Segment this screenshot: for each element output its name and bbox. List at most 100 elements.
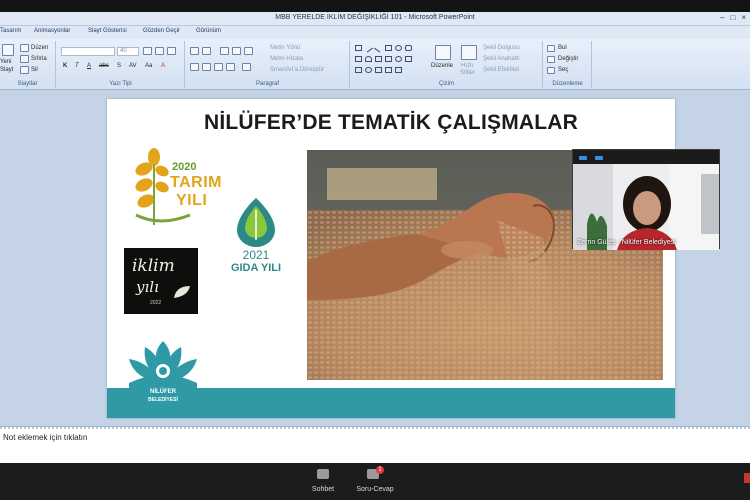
group-paragraph: Metin Yönü Metni Hizala SmartArt'a Dönüş… xyxy=(186,41,350,88)
brace-shape-icon[interactable] xyxy=(365,67,372,73)
box-shape-icon[interactable] xyxy=(385,45,392,51)
text-direction-button[interactable]: Metin Yönü xyxy=(270,45,300,51)
font-name-box[interactable] xyxy=(61,47,115,56)
align-right-icon[interactable] xyxy=(214,63,223,71)
curve-shape-icon[interactable] xyxy=(385,67,392,73)
shadow-icon[interactable]: S xyxy=(117,63,121,69)
underline-icon[interactable]: A xyxy=(87,63,91,69)
notes-placeholder[interactable]: Not eklemek için tıklatın xyxy=(3,433,87,442)
nilufer-belediyesi-logo: NİLÜFER BELEDİYESİ xyxy=(123,337,203,409)
meeting-toolbar: Sohbet 1 Soru-Cevap xyxy=(0,463,750,500)
group-slides-label: Slaytlar xyxy=(17,81,38,87)
align-left-icon[interactable] xyxy=(190,63,199,71)
new-slide-label-2[interactable]: Slayt xyxy=(0,67,13,73)
tab-review[interactable]: Gözden Geçir xyxy=(143,28,180,34)
shape-effects-button[interactable]: Şekil Efektleri xyxy=(483,67,519,73)
arc-shape-icon[interactable] xyxy=(365,56,372,62)
increase-indent-icon[interactable] xyxy=(232,47,241,55)
find-button[interactable]: Bul xyxy=(558,45,567,51)
participant-video-feed xyxy=(573,164,719,250)
iklim-line1: iklim xyxy=(132,256,175,276)
replace-button[interactable]: Değiştir xyxy=(558,56,578,62)
tab-animations[interactable]: Animasyonlar xyxy=(34,28,70,34)
delete-button[interactable]: Sil xyxy=(31,67,38,73)
star-shape-icon[interactable] xyxy=(405,56,412,62)
clear-format-icon[interactable] xyxy=(167,47,176,55)
italic-icon[interactable]: T xyxy=(75,63,79,69)
line-shape-icon[interactable] xyxy=(363,43,374,53)
lotus-icon xyxy=(129,341,197,389)
maximize-button[interactable]: □ xyxy=(730,13,735,22)
smartart-button[interactable]: SmartArt'a Dönüştür xyxy=(270,67,324,73)
tab-view[interactable]: Görünüm xyxy=(196,28,221,34)
justify-icon[interactable] xyxy=(226,63,235,71)
line-spacing-icon[interactable] xyxy=(244,47,253,55)
screen: MBB YERELDE İKLİM DEĞİŞİKLİĞİ 101 - Micr… xyxy=(0,0,750,500)
rounded-rect-shape-icon[interactable] xyxy=(405,45,412,51)
group-editing-label: Düzenleme xyxy=(552,81,583,87)
find-icon[interactable] xyxy=(547,45,555,52)
shape-outline-button[interactable]: Şekil Anahattı xyxy=(483,56,520,62)
leaf-drop-icon xyxy=(237,198,275,247)
align-text-button[interactable]: Metni Hizala xyxy=(270,56,303,62)
reset-icon[interactable] xyxy=(20,55,29,63)
font-size-box[interactable]: 40 xyxy=(117,47,139,56)
strikethrough-icon[interactable]: abc xyxy=(99,63,109,69)
arrow-shape-icon[interactable] xyxy=(375,56,382,62)
tab-design[interactable]: Tasarım xyxy=(0,28,21,34)
layout-icon[interactable] xyxy=(20,44,29,52)
new-slide-icon[interactable] xyxy=(2,44,14,56)
slide-canvas[interactable]: NİLÜFER’DE TEMATİK ÇALIŞMALAR 2020 TARIM… xyxy=(107,99,675,418)
numbering-icon[interactable] xyxy=(202,47,211,55)
circle-shape-icon[interactable] xyxy=(395,56,402,62)
group-font: 40 K T A abc S AV Aa A Yazı Tipi xyxy=(57,41,185,88)
new-slide-label[interactable]: Yeni xyxy=(0,59,11,65)
reset-button[interactable]: Sıfırla xyxy=(31,56,47,62)
layout-button[interactable]: Düzen xyxy=(31,45,48,51)
leaf-sprout-icon xyxy=(174,286,190,298)
tarim-line2: YILI xyxy=(176,192,208,209)
oval-shape-icon[interactable] xyxy=(395,45,402,51)
bracket-shape-icon[interactable] xyxy=(355,67,362,73)
leave-button-edge[interactable] xyxy=(744,473,750,483)
grow-font-icon[interactable] xyxy=(143,47,152,55)
chat-icon xyxy=(317,469,329,479)
change-case-icon[interactable]: Aa xyxy=(145,63,152,69)
replace-icon[interactable] xyxy=(547,56,555,63)
font-size-value: 40 xyxy=(120,48,127,54)
decrease-indent-icon[interactable] xyxy=(220,47,229,55)
bullets-icon[interactable] xyxy=(190,47,199,55)
select-icon[interactable] xyxy=(547,67,555,74)
slide-title[interactable]: NİLÜFER’DE TEMATİK ÇALIŞMALAR xyxy=(107,111,675,135)
columns-icon[interactable] xyxy=(242,63,251,71)
more-shapes-icon[interactable] xyxy=(395,67,402,73)
shrink-font-icon[interactable] xyxy=(155,47,164,55)
tarim-line1: TARIM xyxy=(170,174,222,191)
mic-icon xyxy=(579,156,587,160)
minimize-button[interactable]: – xyxy=(720,13,724,22)
tab-slideshow[interactable]: Slayt Gösterisi xyxy=(88,28,127,34)
font-color-icon[interactable]: A xyxy=(161,63,165,69)
quick-styles-icon[interactable] xyxy=(461,45,477,60)
arrange-icon[interactable] xyxy=(435,45,451,60)
spacing-icon[interactable]: AV xyxy=(129,63,137,69)
triangle-shape-icon[interactable] xyxy=(375,67,382,73)
block-arrow-shape-icon[interactable] xyxy=(385,56,392,62)
arrange-button[interactable]: Düzenle xyxy=(431,63,453,69)
notes-pane[interactable]: Not eklemek için tıklatın xyxy=(0,426,750,463)
participant-video-tile[interactable]: Zerrin Güleş - Nilüfer Belediyesi xyxy=(572,149,720,250)
line-shape-2-icon[interactable] xyxy=(373,43,384,53)
window-title: MBB YERELDE İKLİM DEĞİŞİKLİĞİ 101 - Micr… xyxy=(275,14,475,21)
quick-styles-label-2[interactable]: Stiller xyxy=(460,70,475,76)
bold-icon[interactable]: K xyxy=(63,63,67,69)
select-button[interactable]: Seç xyxy=(558,67,568,73)
callout-shape-icon[interactable] xyxy=(355,56,362,62)
notes-divider[interactable] xyxy=(0,427,750,429)
close-button[interactable]: × xyxy=(741,13,746,22)
window-controls: – □ × xyxy=(720,13,746,22)
shape-fill-button[interactable]: Şekil Dolgusu xyxy=(483,45,520,51)
quick-styles-label-1[interactable]: Hızlı xyxy=(461,63,473,69)
align-center-icon[interactable] xyxy=(202,63,211,71)
rectangle-shape-icon[interactable] xyxy=(355,45,362,51)
delete-icon[interactable] xyxy=(20,66,29,74)
